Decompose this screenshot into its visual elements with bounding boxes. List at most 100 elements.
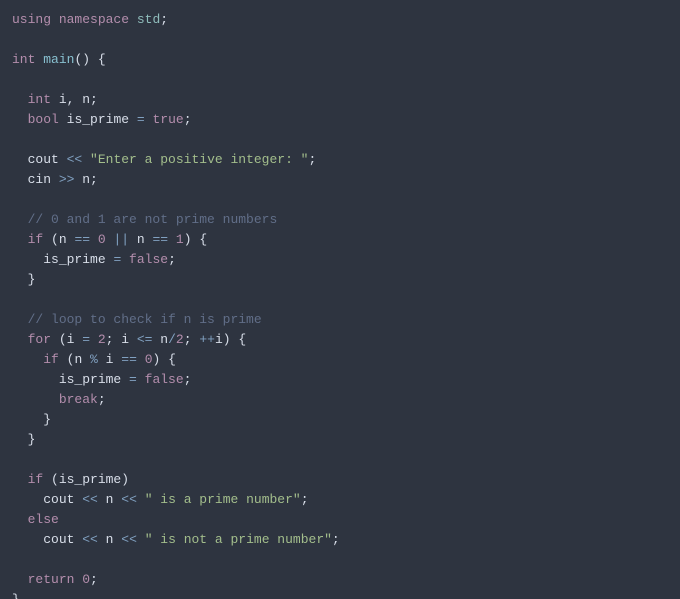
operator: =	[129, 112, 152, 127]
identifier: n	[137, 232, 145, 247]
code-line: int i, n;	[12, 92, 98, 107]
literal-number: 0	[98, 232, 106, 247]
paren-close: )	[121, 472, 129, 487]
code-line: // 0 and 1 are not prime numbers	[12, 212, 277, 227]
code-line: cout << "Enter a positive integer: ";	[12, 152, 316, 167]
semicolon: ;	[90, 92, 98, 107]
brace-close: }	[28, 272, 36, 287]
code-line: for (i = 2; i <= n/2; ++i) {	[12, 332, 246, 347]
operator: >>	[51, 172, 82, 187]
operator: %	[82, 352, 105, 367]
operator: <<	[74, 532, 105, 547]
identifier-cout: cout	[43, 492, 74, 507]
keyword-for: for	[28, 332, 51, 347]
operator: /	[168, 332, 176, 347]
code-line: // loop to check if n is prime	[12, 312, 262, 327]
operator: =	[74, 332, 97, 347]
semicolon: ;	[301, 492, 309, 507]
keyword-int: int	[12, 52, 35, 67]
code-line: if (is_prime)	[12, 472, 129, 487]
operator: ==	[113, 352, 144, 367]
code-line: break;	[12, 392, 106, 407]
literal-true: true	[152, 112, 183, 127]
code-line: }	[12, 592, 20, 599]
keyword-if: if	[43, 352, 59, 367]
code-line: if (n % i == 0) {	[12, 352, 176, 367]
string-literal: "Enter a positive integer: "	[90, 152, 308, 167]
paren-open: (	[43, 232, 59, 247]
paren-open: (	[51, 332, 67, 347]
comment: // 0 and 1 are not prime numbers	[28, 212, 278, 227]
string-literal: " is not a prime number"	[145, 532, 332, 547]
semicolon: ;	[184, 372, 192, 387]
identifier-std: std	[137, 12, 160, 27]
operator: ==	[145, 232, 176, 247]
paren-close: ) {	[153, 352, 176, 367]
keyword-int: int	[28, 92, 51, 107]
operator: <<	[113, 492, 144, 507]
operator: =	[121, 372, 144, 387]
semicolon: ;	[168, 252, 176, 267]
keyword-return: return	[28, 572, 75, 587]
identifier-cout: cout	[28, 152, 59, 167]
code-line: else	[12, 512, 59, 527]
keyword-bool: bool	[28, 112, 59, 127]
parens: ()	[74, 52, 90, 67]
identifier: is_prime	[59, 472, 121, 487]
keyword-if: if	[28, 232, 44, 247]
code-line: int main() {	[12, 52, 106, 67]
code-line: }	[12, 272, 35, 287]
literal-false: false	[129, 252, 168, 267]
identifier-cin: cin	[28, 172, 51, 187]
identifier: n	[160, 332, 168, 347]
code-line: cout << n << " is a prime number";	[12, 492, 309, 507]
literal-false: false	[145, 372, 184, 387]
literal-number: 2	[98, 332, 106, 347]
semicolon: ;	[90, 172, 98, 187]
keyword-break: break	[59, 392, 98, 407]
literal-number: 0	[82, 572, 90, 587]
operator: <=	[129, 332, 160, 347]
code-line: using namespace std;	[12, 12, 168, 27]
operator: ==	[67, 232, 98, 247]
keyword-else: else	[28, 512, 59, 527]
identifier: is_prime	[59, 372, 121, 387]
identifier-cout: cout	[43, 532, 74, 547]
literal-number: 1	[176, 232, 184, 247]
semicolon: ;	[308, 152, 316, 167]
function-main: main	[43, 52, 74, 67]
string-literal: " is a prime number"	[145, 492, 301, 507]
brace-close: }	[43, 412, 51, 427]
operator: ||	[106, 232, 137, 247]
literal-number: 2	[176, 332, 184, 347]
code-line: is_prime = false;	[12, 372, 191, 387]
keyword-using: using	[12, 12, 51, 27]
code-line: is_prime = false;	[12, 252, 176, 267]
code-block: using namespace std; int main() { int i,…	[12, 10, 668, 599]
code-line: return 0;	[12, 572, 98, 587]
paren-close: ) {	[223, 332, 246, 347]
keyword-if: if	[28, 472, 44, 487]
operator: <<	[59, 152, 90, 167]
paren-close: ) {	[184, 232, 207, 247]
identifier: i, n	[59, 92, 90, 107]
identifier: i	[121, 332, 129, 347]
brace-close: }	[12, 592, 20, 599]
operator: <<	[113, 532, 144, 547]
semicolon: ;	[184, 332, 200, 347]
semicolon: ;	[184, 112, 192, 127]
code-line: }	[12, 412, 51, 427]
brace-close: }	[28, 432, 36, 447]
code-line: cin >> n;	[12, 172, 98, 187]
identifier: is_prime	[43, 252, 105, 267]
paren-open: (	[59, 352, 75, 367]
identifier: n	[82, 172, 90, 187]
code-line: bool is_prime = true;	[12, 112, 192, 127]
semicolon: ;	[106, 332, 122, 347]
code-line: cout << n << " is not a prime number";	[12, 532, 340, 547]
semicolon: ;	[160, 12, 168, 27]
semicolon: ;	[332, 532, 340, 547]
operator: <<	[74, 492, 105, 507]
code-line: }	[12, 432, 35, 447]
identifier: i	[215, 332, 223, 347]
